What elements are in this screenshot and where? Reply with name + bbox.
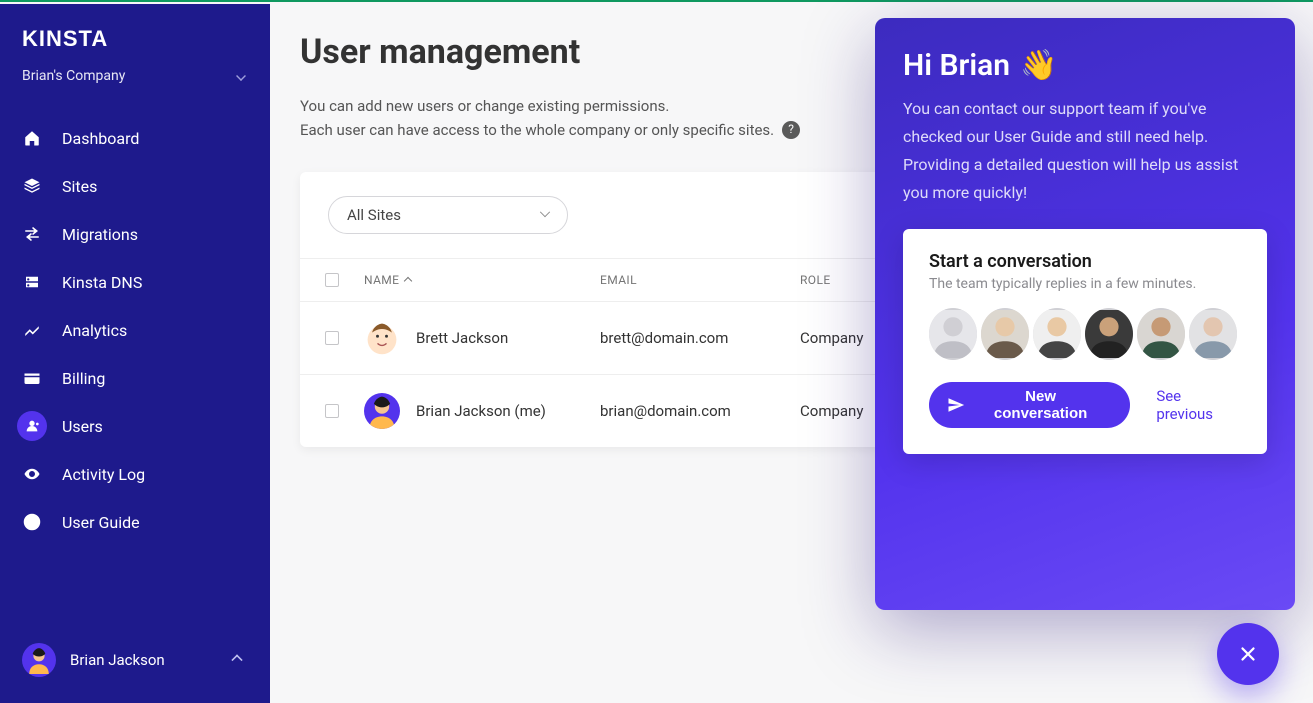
- user-email: brett@domain.com: [600, 329, 800, 347]
- nav-list: Dashboard Sites Migrations Kinsta DNS An…: [0, 102, 270, 546]
- migration-icon: [22, 224, 42, 244]
- sidebar-item-label: Analytics: [62, 321, 127, 340]
- button-label: New conversation: [977, 388, 1104, 422]
- sidebar-item-dashboard[interactable]: Dashboard: [0, 114, 270, 162]
- site-filter-dropdown[interactable]: All Sites: [328, 196, 568, 234]
- user-name: Brian Jackson (me): [416, 402, 546, 420]
- see-previous-link[interactable]: See previous: [1156, 387, 1241, 423]
- company-selector[interactable]: Brian's Company: [0, 62, 270, 102]
- analytics-icon: [22, 320, 42, 340]
- agent-avatar: [1085, 308, 1133, 360]
- sort-asc-icon: [404, 277, 412, 285]
- sidebar-item-activity[interactable]: Activity Log: [0, 450, 270, 498]
- dropdown-value: All Sites: [347, 206, 401, 224]
- agent-avatars: [929, 308, 1241, 360]
- eye-icon: [22, 464, 42, 484]
- chat-card-title: Start a conversation: [929, 251, 1241, 272]
- sidebar-item-label: User Guide: [62, 513, 140, 532]
- select-all-checkbox[interactable]: [325, 273, 339, 287]
- agent-avatar: [1189, 308, 1237, 360]
- company-name: Brian's Company: [22, 68, 125, 84]
- dns-icon: [22, 272, 42, 292]
- help-icon[interactable]: ?: [782, 121, 800, 139]
- agent-avatar: [929, 308, 977, 360]
- close-chat-button[interactable]: [1217, 623, 1279, 685]
- sidebar: KINSTA Brian's Company Dashboard Sites M…: [0, 4, 270, 703]
- sidebar-user-footer[interactable]: Brian Jackson: [0, 625, 270, 703]
- layers-icon: [22, 176, 42, 196]
- sidebar-item-migrations[interactable]: Migrations: [0, 210, 270, 258]
- sidebar-item-label: Activity Log: [62, 465, 145, 484]
- close-icon: [1237, 643, 1259, 665]
- chat-body-text: You can contact our support team if you'…: [903, 95, 1267, 207]
- sidebar-item-label: Migrations: [62, 225, 138, 244]
- sidebar-item-label: Users: [62, 417, 103, 436]
- user-email: brian@domain.com: [600, 402, 800, 420]
- users-icon: [23, 417, 41, 435]
- support-chat-panel: Hi Brian 👋 You can contact our support t…: [875, 18, 1295, 610]
- sidebar-item-billing[interactable]: Billing: [0, 354, 270, 402]
- guide-icon: [22, 512, 42, 532]
- agent-avatar: [1137, 308, 1185, 360]
- chat-card: Start a conversation The team typically …: [903, 229, 1267, 454]
- sidebar-item-analytics[interactable]: Analytics: [0, 306, 270, 354]
- billing-icon: [22, 368, 42, 388]
- avatar: [364, 393, 400, 429]
- row-checkbox[interactable]: [325, 404, 339, 418]
- sidebar-item-users[interactable]: Users: [0, 402, 270, 450]
- brand-logo: KINSTA: [22, 26, 270, 52]
- row-checkbox[interactable]: [325, 331, 339, 345]
- chevron-down-icon: [236, 71, 246, 81]
- agent-avatar: [1033, 308, 1081, 360]
- home-icon: [22, 128, 42, 148]
- col-name[interactable]: NAME: [364, 273, 399, 287]
- chevron-up-icon: [231, 654, 242, 665]
- user-name: Brett Jackson: [416, 329, 508, 347]
- sidebar-item-sites[interactable]: Sites: [0, 162, 270, 210]
- wave-icon: 👋: [1020, 48, 1057, 83]
- page-subtitle-2: Each user can have access to the whole c…: [300, 118, 774, 142]
- avatar: [364, 320, 400, 356]
- sidebar-item-label: Dashboard: [62, 129, 139, 148]
- col-email[interactable]: EMAIL: [600, 273, 800, 287]
- chevron-down-icon: [540, 207, 550, 217]
- chat-greeting-text: Hi Brian: [903, 48, 1010, 83]
- new-conversation-button[interactable]: New conversation: [929, 382, 1130, 428]
- sidebar-item-guide[interactable]: User Guide: [0, 498, 270, 546]
- sidebar-item-label: Sites: [62, 177, 97, 196]
- send-icon: [947, 396, 965, 414]
- footer-user-name: Brian Jackson: [70, 651, 218, 669]
- chat-reply-time: The team typically replies in a few minu…: [929, 276, 1241, 292]
- sidebar-item-dns[interactable]: Kinsta DNS: [0, 258, 270, 306]
- sidebar-item-label: Kinsta DNS: [62, 273, 142, 292]
- agent-avatar: [981, 308, 1029, 360]
- sidebar-item-label: Billing: [62, 369, 105, 388]
- avatar: [22, 643, 56, 677]
